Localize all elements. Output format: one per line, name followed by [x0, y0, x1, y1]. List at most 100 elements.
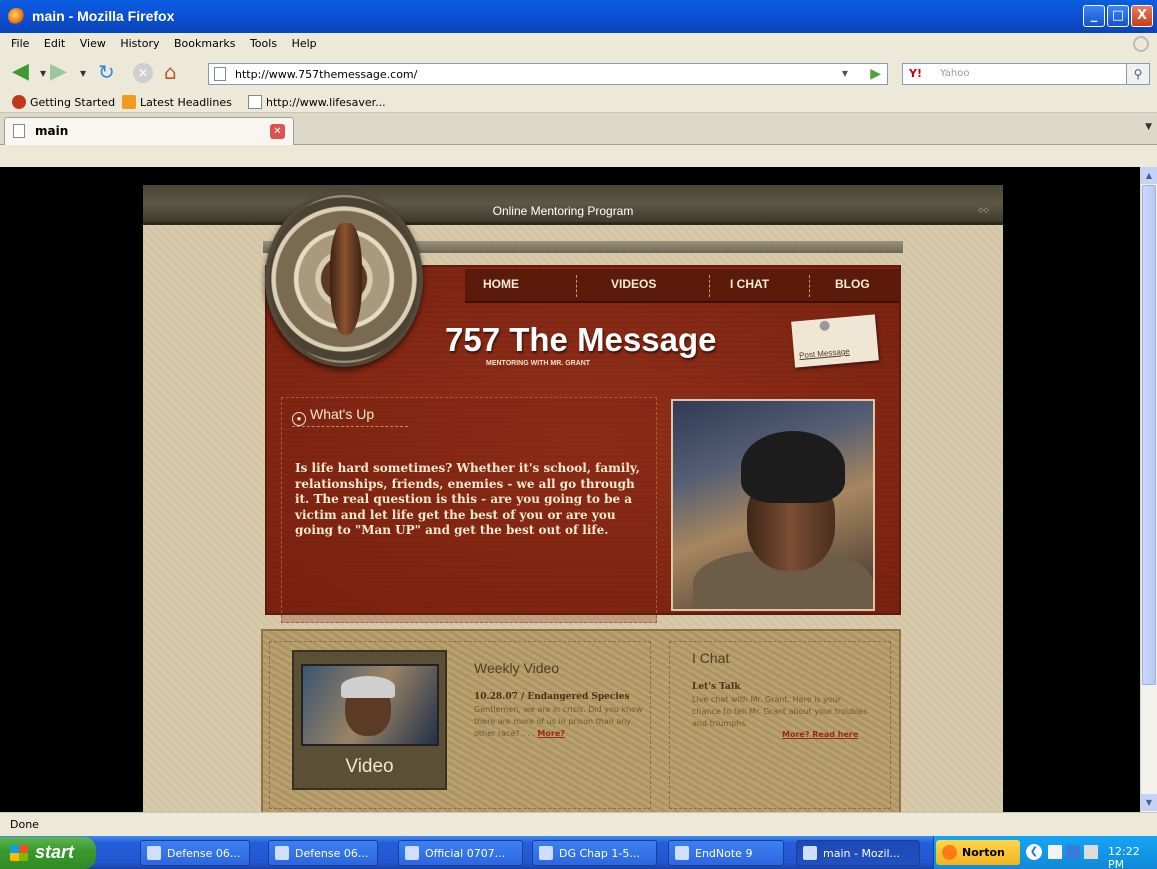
nav-blog[interactable]: BLOG — [835, 277, 870, 291]
reload-icon[interactable]: ↻ — [98, 62, 120, 84]
menu-bookmarks[interactable]: Bookmarks — [174, 37, 235, 50]
start-button[interactable]: start — [0, 837, 96, 869]
post-message-button[interactable]: Post Message — [791, 314, 879, 368]
forward-history-dropdown-icon[interactable]: ▼ — [80, 69, 86, 78]
stop-icon[interactable]: ✕ — [133, 63, 153, 83]
african-shield-logo — [265, 191, 423, 367]
url-text[interactable]: http://www.757themessage.com/ — [235, 68, 417, 81]
bookmark-lifesaver[interactable]: http://www.lifesaver... — [248, 95, 386, 109]
ichat-title: I Chat — [692, 650, 730, 666]
scroll-up-icon[interactable]: ▲ — [1141, 167, 1157, 184]
menu-history[interactable]: History — [120, 37, 159, 50]
page-icon — [214, 67, 226, 81]
firefox-icon — [803, 846, 817, 860]
page-viewport: Online Mentoring Program ◇◇ HOME VIDEOS … — [0, 167, 1140, 812]
mentee-photo — [671, 399, 875, 611]
banner-ornament-icon: ◇◇ — [978, 206, 989, 214]
menu-bar: File Edit View History Bookmarks Tools H… — [0, 33, 1157, 55]
video-thumbnail[interactable]: Video — [292, 650, 447, 790]
firefox-logo-icon — [8, 8, 25, 25]
url-dropdown-icon[interactable]: ▼ — [837, 64, 853, 84]
video-screen[interactable] — [301, 664, 439, 746]
back-history-dropdown-icon[interactable]: ▼ — [40, 69, 46, 78]
target-icon: ● — [292, 412, 306, 426]
taskbar-item-endnote[interactable]: EndNote 9 — [668, 840, 784, 866]
norton-button[interactable]: Norton — [936, 840, 1020, 865]
tab-label: main — [35, 124, 69, 138]
menu-help[interactable]: Help — [292, 37, 317, 50]
nav-home[interactable]: HOME — [483, 277, 519, 291]
url-bar[interactable]: http://www.757themessage.com/ ▼ ▶ — [208, 63, 888, 85]
back-arrow-icon[interactable]: ◀ — [12, 61, 38, 84]
word-doc-icon — [275, 846, 289, 860]
website: Online Mentoring Program ◇◇ HOME VIDEOS … — [143, 185, 1003, 812]
firefox-icon — [12, 95, 26, 109]
tray-expand-icon[interactable]: ❮ — [1026, 844, 1042, 860]
menu-view[interactable]: View — [80, 37, 106, 50]
tab-main[interactable]: main ✕ — [4, 117, 294, 145]
throbber-icon — [1133, 36, 1149, 52]
taskbar-item-defense-2[interactable]: Defense 06... — [268, 840, 378, 866]
ichat-card: I Chat Let's Talk Live chat with Mr. Gra… — [669, 641, 891, 809]
window-title: main - Mozilla Firefox — [32, 8, 175, 24]
tab-list-icon[interactable]: ▼ — [1145, 122, 1152, 132]
norton-alert-icon — [942, 845, 957, 860]
bookmark-latest-headlines[interactable]: Latest Headlines — [122, 95, 232, 109]
taskbar-item-dg-chap[interactable]: DG Chap 1-5... — [532, 840, 657, 866]
menu-tools[interactable]: Tools — [250, 37, 277, 50]
site-nav: HOME VIDEOS I CHAT BLOG — [465, 269, 899, 303]
whats-up-heading: ● What's Up — [292, 406, 374, 426]
taskbar-item-defense-1[interactable]: Defense 06... — [140, 840, 250, 866]
close-tab-icon[interactable]: ✕ — [270, 124, 285, 139]
word-doc-icon — [147, 846, 161, 860]
nav-videos[interactable]: VIDEOS — [611, 277, 656, 291]
pushpin-icon — [819, 320, 831, 332]
page-icon — [248, 95, 262, 109]
search-magnifier-icon[interactable]: ⚲ — [1126, 63, 1150, 85]
yahoo-engine-icon[interactable]: Y! — [909, 67, 922, 80]
close-window-button[interactable]: X — [1131, 5, 1153, 27]
tribal-mask-icon — [330, 223, 362, 335]
clock[interactable]: 12:22 PM — [1108, 845, 1157, 869]
monitor-icon[interactable] — [1066, 845, 1080, 859]
home-icon[interactable]: ⌂ — [164, 62, 188, 84]
weekly-video-more-link[interactable]: More? — [537, 729, 564, 738]
taskbar-item-firefox[interactable]: main - Mozil... — [796, 840, 920, 866]
bottom-panel: Video Weekly Video 10.28.07 / Endangered… — [261, 629, 901, 812]
page-icon — [13, 124, 25, 138]
site-headline: 757 The Message — [445, 321, 717, 358]
scrollbar-thumb[interactable] — [1142, 185, 1156, 685]
menu-file[interactable]: File — [11, 37, 29, 50]
taskbar: start Defense 06... Defense 06... Offici… — [0, 836, 1157, 869]
forward-arrow-icon[interactable]: ▶ — [50, 61, 76, 84]
search-placeholder[interactable]: Yahoo — [940, 68, 969, 79]
minimize-button[interactable]: _ — [1083, 5, 1105, 27]
weekly-video-description: Gentlemen, we are in crisis. Did you kno… — [474, 705, 643, 738]
taskbar-item-official[interactable]: Official 0707... — [398, 840, 523, 866]
status-bar: Done — [0, 812, 1157, 836]
bookmarks-toolbar: Getting Started Latest Headlines http://… — [0, 91, 1157, 113]
scroll-down-icon[interactable]: ▼ — [1141, 794, 1157, 811]
status-text: Done — [10, 818, 39, 831]
menu-edit[interactable]: Edit — [44, 37, 65, 50]
ichat-more-link[interactable]: More? Read here — [782, 730, 858, 739]
maximize-button[interactable]: □ — [1107, 5, 1129, 27]
network-icon[interactable] — [1048, 845, 1062, 859]
nav-ichat[interactable]: I CHAT — [730, 277, 769, 291]
whats-up-section: ● What's Up Is life hard sometimes? Wheth… — [281, 397, 657, 623]
video-label[interactable]: Video — [294, 756, 445, 778]
weekly-video-date: 10.28.07 / Endangered Species — [474, 692, 630, 702]
banner-title: Online Mentoring Program — [492, 204, 634, 218]
rss-icon — [122, 95, 136, 109]
bookmark-getting-started[interactable]: Getting Started — [12, 95, 115, 109]
windows-flag-icon — [10, 845, 28, 861]
speaker-icon[interactable] — [1084, 845, 1098, 859]
site-subheadline: MENTORING WITH MR. GRANT — [486, 360, 591, 367]
vertical-scrollbar[interactable]: ▲ ▼ — [1140, 167, 1157, 812]
search-box[interactable]: Y! Yahoo ⚲ — [902, 63, 1150, 85]
post-message-label[interactable]: Post Message — [799, 347, 850, 360]
weekly-video-title: Weekly Video — [474, 660, 560, 676]
window-title-bar: main - Mozilla Firefox _ □ X — [0, 0, 1157, 33]
ichat-description: Live chat with Mr. Grant. Here is your c… — [692, 695, 868, 728]
go-arrow-icon[interactable]: ▶ — [870, 66, 881, 82]
